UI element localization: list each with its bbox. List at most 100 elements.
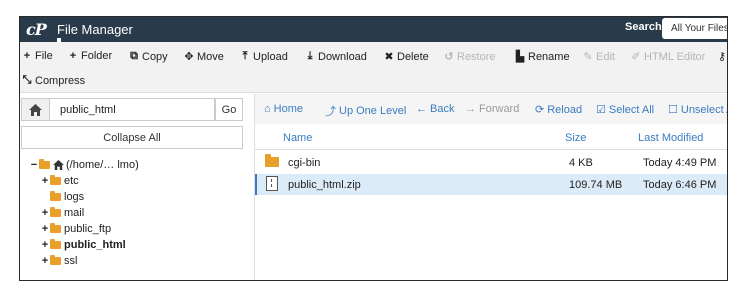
download-label: Download <box>318 50 367 63</box>
tree-item-logs[interactable]: logs <box>41 189 84 204</box>
tree-item-label: public_ftp <box>64 222 112 235</box>
nav-label: Select All <box>608 103 655 116</box>
select-all-button[interactable]: ☑ Select All <box>596 103 655 117</box>
tree-item-public-html[interactable]: + public_html <box>41 237 126 252</box>
download-button[interactable]: ⤓ Download <box>305 50 367 63</box>
html-editor-icon: ✐ <box>631 51 641 63</box>
app-title: File Manager <box>57 22 133 37</box>
reload-button[interactable]: ⟳ Reload <box>535 103 583 117</box>
folder-icon <box>50 254 61 265</box>
folder-open-icon <box>39 158 50 169</box>
tree-item-label: ssl <box>64 254 78 267</box>
upload-button[interactable]: ⤒ Upload <box>240 50 288 63</box>
expand-toggle-icon[interactable]: + <box>41 255 49 267</box>
home-icon <box>53 159 64 170</box>
up-one-level-button[interactable]: ⤴ Up One Level <box>325 103 406 119</box>
file-row-cgi-bin[interactable]: cgi-bin 4 KB Today 4:49 PM <box>255 152 727 173</box>
expand-toggle-icon[interactable]: + <box>41 207 49 219</box>
tree-item-home[interactable]: − (/home/… lmo) <box>30 157 139 172</box>
expand-toggle-icon[interactable]: + <box>41 223 49 235</box>
new-file-button[interactable]: + File <box>22 50 53 62</box>
name-column-header[interactable]: Name <box>283 132 312 144</box>
nav-label: Home <box>273 103 303 115</box>
tree-item-ssl[interactable]: + ssl <box>41 253 77 268</box>
zip-file-icon <box>266 176 278 191</box>
rename-button[interactable]: ▙ Rename <box>515 50 570 64</box>
file-list-header: Name Size Last Modified <box>255 124 727 150</box>
reload-icon: ⟳ <box>535 104 545 116</box>
tree-item-label: logs <box>64 190 85 203</box>
search-label: Search <box>625 21 662 33</box>
title-bar: cP File Manager Search All Your Files <box>20 17 727 42</box>
home-icon: ⌂ <box>264 103 271 115</box>
rename-label: Rename <box>528 50 570 63</box>
file-modified: Today 4:49 PM <box>643 157 717 169</box>
home-nav-button[interactable]: ⌂ Home <box>264 103 303 115</box>
restore-button[interactable]: ↺ Restore <box>444 50 496 64</box>
new-file-label: File <box>35 50 53 62</box>
plus-icon: + <box>23 50 31 62</box>
expand-toggle-icon[interactable]: + <box>41 175 49 187</box>
permissions-button[interactable]: ⚷ <box>717 50 727 63</box>
size-column-header[interactable]: Size <box>565 132 586 144</box>
file-manager-window: cP File Manager Search All Your Files + … <box>19 16 728 281</box>
html-editor-button[interactable]: ✐ HTML Editor <box>631 50 706 64</box>
file-size: 4 KB <box>569 157 593 169</box>
go-button[interactable]: Go <box>215 98 243 121</box>
folder-icon <box>50 238 61 249</box>
collapse-toggle-icon[interactable]: − <box>30 159 38 171</box>
tree-item-label: etc <box>64 174 79 187</box>
folder-icon <box>50 190 61 201</box>
file-row-public-html-zip[interactable]: public_html.zip 109.74 MB Today 6:46 PM <box>255 174 727 195</box>
directory-panel: public_html Go Collapse All − (/home/… l… <box>20 94 254 280</box>
delete-button[interactable]: ✖ Delete <box>384 50 429 64</box>
navigation-bar: ⌂ Home ⤴ Up One Level ← Back → Forward ⟳… <box>255 94 727 124</box>
edit-button[interactable]: ✎ Edit <box>583 50 615 64</box>
forward-arrow-icon: → <box>465 103 476 115</box>
unselect-icon: ☐ <box>668 104 678 116</box>
select-all-icon: ☑ <box>596 104 606 116</box>
upload-icon: ⤒ <box>242 50 248 62</box>
html-editor-label: HTML Editor <box>644 50 706 63</box>
back-arrow-icon: ← <box>416 103 427 115</box>
tree-item-etc[interactable]: + etc <box>41 173 79 188</box>
tree-item-label: public_html <box>64 238 126 251</box>
file-name: public_html.zip <box>288 179 361 191</box>
nav-label: Back <box>430 103 455 115</box>
tree-item-mail[interactable]: + mail <box>41 205 84 220</box>
back-button[interactable]: ← Back <box>416 103 454 115</box>
copy-icon: ⧉ <box>130 50 138 62</box>
folder-icon <box>265 154 279 167</box>
nav-label: Reload <box>547 103 583 116</box>
forward-button[interactable]: → Forward <box>465 103 519 115</box>
home-directory-button[interactable] <box>21 98 50 121</box>
edit-label: Edit <box>596 50 615 63</box>
collapse-all-button[interactable]: Collapse All <box>21 126 243 149</box>
move-icon: ✥ <box>184 51 194 63</box>
home-icon <box>29 103 42 116</box>
restore-label: Restore <box>457 50 496 63</box>
file-modified: Today 6:46 PM <box>643 179 717 191</box>
edit-icon: ✎ <box>583 51 593 63</box>
expand-toggle-icon[interactable]: + <box>41 239 49 251</box>
move-button[interactable]: ✥ Move <box>184 50 224 64</box>
compress-label: Compress <box>35 74 86 87</box>
copy-button[interactable]: ⧉ Copy <box>129 50 168 63</box>
search-scope-select[interactable]: All Your Files <box>662 18 727 39</box>
toolbar: + File + Folder ⧉ Copy ✥ Move ⤒ Upload ⤓… <box>20 42 727 93</box>
path-input[interactable]: public_html <box>50 98 215 121</box>
level-up-icon: ⤴ <box>325 106 336 118</box>
nav-label: Unselect A <box>680 103 727 116</box>
file-size: 109.74 MB <box>569 179 623 191</box>
move-label: Move <box>197 50 224 63</box>
delete-label: Delete <box>397 50 429 63</box>
tree-item-public-ftp[interactable]: + public_ftp <box>41 221 111 236</box>
folder-icon <box>50 206 61 217</box>
cpanel-logo[interactable]: cP <box>26 20 47 39</box>
unselect-all-button[interactable]: ☐ Unselect A <box>668 103 727 117</box>
copy-label: Copy <box>142 50 168 63</box>
new-folder-button[interactable]: + Folder <box>68 50 112 62</box>
compress-button[interactable]: ⤡ Compress <box>22 74 86 87</box>
delete-icon: ✖ <box>384 51 394 63</box>
last-modified-column-header[interactable]: Last Modified <box>638 132 703 144</box>
